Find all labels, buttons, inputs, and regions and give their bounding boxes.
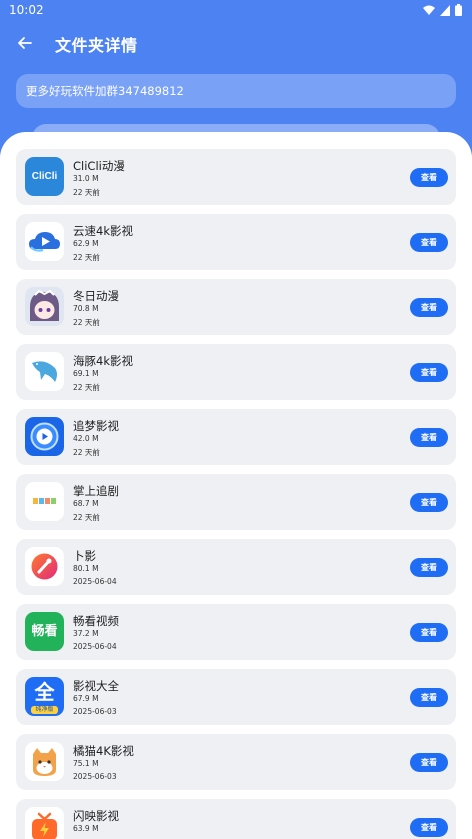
gradient-circle-graphic	[31, 553, 58, 580]
app-name: 海豚4k影视	[73, 354, 133, 368]
status-time: 10:02	[9, 3, 44, 17]
play-circle-icon	[25, 417, 64, 456]
app-name: 橘猫4K影视	[73, 744, 134, 758]
list-item[interactable]: CliCli CliCli动漫 31.0 M 22 天前 查看	[16, 149, 456, 205]
app-name: 影视大全	[73, 679, 119, 693]
gradient-circle-icon	[25, 547, 64, 586]
view-button[interactable]: 查看	[410, 818, 448, 837]
cloud-play-graphic	[29, 232, 60, 252]
clicli-icon: CliCli	[25, 157, 64, 196]
drama-blocks-icon	[25, 482, 64, 521]
app-name: 冬日动漫	[73, 289, 119, 303]
changkan-icon: 畅看	[25, 612, 64, 651]
dolphin-icon	[25, 352, 64, 391]
page-title: 文件夹详情	[55, 36, 138, 55]
quan-icon-subtext: 纯净版	[31, 706, 58, 714]
app-size: 63.9 M	[73, 824, 99, 833]
view-button[interactable]: 查看	[410, 623, 448, 642]
view-button[interactable]: 查看	[410, 233, 448, 252]
dolphin-graphic	[32, 361, 57, 382]
app-date: 22 天前	[73, 448, 100, 457]
app-size: 37.2 M	[73, 629, 99, 638]
app-name: 卜影	[73, 549, 96, 563]
list-item[interactable]: 掌上追剧 68.7 M 22 天前 查看	[16, 474, 456, 530]
app-date: 22 天前	[73, 188, 100, 197]
app-date: 2025-06-04	[73, 577, 117, 586]
view-button[interactable]: 查看	[410, 558, 448, 577]
view-button[interactable]: 查看	[410, 688, 448, 707]
view-button[interactable]: 查看	[410, 428, 448, 447]
app-date: 2025-06-03	[73, 707, 117, 716]
tv-bolt-graphic	[32, 812, 57, 839]
app-size: 62.9 M	[73, 239, 99, 248]
drama-blocks-graphic	[33, 498, 56, 504]
app-name: CliCli动漫	[73, 159, 125, 173]
app-size: 42.0 M	[73, 434, 99, 443]
group-banner[interactable]: 更多好玩软件加群347489812	[16, 74, 456, 108]
tv-bolt-icon	[25, 807, 64, 839]
list-item[interactable]: 畅看 畅看视频 37.2 M 2025-06-04 查看	[16, 604, 456, 660]
list-item[interactable]: 全 纯净版 影视大全 67.9 M 2025-06-03 查看	[16, 669, 456, 725]
view-button[interactable]: 查看	[410, 298, 448, 317]
cat-icon	[25, 742, 64, 781]
status-icons	[423, 4, 462, 16]
app-name: 闪映影视	[73, 809, 119, 823]
anime-girl-graphic	[30, 289, 59, 321]
list-item[interactable]: 闪映影视 63.9 M 查看	[16, 799, 456, 839]
changkan-icon-text: 畅看	[31, 624, 58, 639]
list-item[interactable]: 冬日动漫 70.8 M 22 天前 查看	[16, 279, 456, 335]
view-button[interactable]: 查看	[410, 363, 448, 382]
app-size: 70.8 M	[73, 304, 99, 313]
view-button[interactable]: 查看	[410, 753, 448, 772]
clicli-icon-text: CliCli	[31, 171, 58, 182]
app-name: 畅看视频	[73, 614, 119, 628]
cloud-play-icon	[25, 222, 64, 261]
app-size: 75.1 M	[73, 759, 99, 768]
cat-graphic	[33, 748, 56, 776]
app-size: 31.0 M	[73, 174, 99, 183]
app-date: 2025-06-03	[73, 772, 117, 781]
signal-icon	[440, 4, 450, 16]
app-bar: 文件夹详情	[0, 28, 472, 58]
quan-icon-text: 全	[34, 680, 55, 704]
quan-icon: 全 纯净版	[25, 677, 64, 716]
app-size: 80.1 M	[73, 564, 99, 573]
back-arrow-icon[interactable]	[14, 32, 36, 54]
status-bar: 10:02	[0, 0, 472, 22]
list-item[interactable]: 海豚4k影视 69.1 M 22 天前 查看	[16, 344, 456, 400]
play-circle-graphic	[30, 422, 59, 451]
app-name: 追梦影视	[73, 419, 119, 433]
app-date: 22 天前	[73, 253, 100, 262]
list-item[interactable]: 橘猫4K影视 75.1 M 2025-06-03 查看	[16, 734, 456, 790]
battery-icon	[455, 4, 462, 16]
list-item[interactable]: 云速4k影视 62.9 M 22 天前 查看	[16, 214, 456, 270]
list-item[interactable]: 追梦影视 42.0 M 22 天前 查看	[16, 409, 456, 465]
list-item[interactable]: 卜影 80.1 M 2025-06-04 查看	[16, 539, 456, 595]
wifi-icon	[423, 5, 435, 15]
app-date: 22 天前	[73, 383, 100, 392]
view-button[interactable]: 查看	[410, 493, 448, 512]
app-date: 22 天前	[73, 513, 100, 522]
app-size: 69.1 M	[73, 369, 99, 378]
app-size: 68.7 M	[73, 499, 99, 508]
app-date: 22 天前	[73, 318, 100, 327]
app-size: 67.9 M	[73, 694, 99, 703]
app-name: 云速4k影视	[73, 224, 133, 238]
view-button[interactable]: 查看	[410, 168, 448, 187]
app-date: 2025-06-04	[73, 642, 117, 651]
app-name: 掌上追剧	[73, 484, 119, 498]
anime-girl-icon	[25, 287, 64, 326]
